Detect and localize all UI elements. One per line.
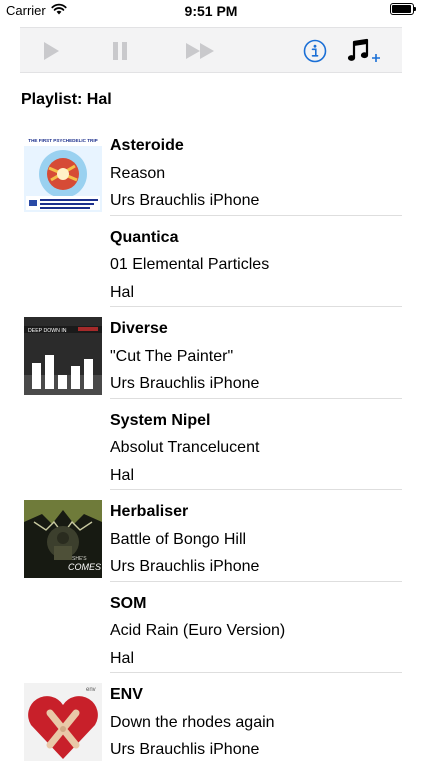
playlist-title: Playlist: Hal — [21, 91, 112, 108]
artwork-caption: env — [86, 687, 96, 693]
track-text: SOM Acid Rain (Euro Version) Hal — [110, 590, 285, 673]
track-title: SOM — [110, 594, 147, 612]
track-title: Diverse — [110, 320, 168, 337]
track-album: Reason — [110, 164, 166, 182]
album-artwork: SHE'S COMES — [24, 500, 102, 578]
fast-forward-button[interactable] — [184, 28, 216, 74]
info-icon — [303, 39, 327, 63]
info-button[interactable] — [302, 28, 328, 74]
track-row[interactable]: System Nipel Absolut Trancelucent Hal — [0, 399, 422, 490]
pause-button[interactable] — [110, 28, 130, 74]
track-album: Down the rhodes again — [110, 713, 275, 731]
track-row[interactable]: SOM Acid Rain (Euro Version) Hal — [0, 582, 422, 673]
player-toolbar — [20, 27, 402, 73]
track-text: Quantica 01 Elemental Particles Hal — [110, 224, 269, 307]
track-text: Asteroide Reason Urs Brauchlis iPhone — [110, 132, 259, 215]
add-music-button[interactable] — [346, 28, 382, 74]
play-icon — [44, 42, 59, 60]
artwork-caption: DEEP DOWN IN — [28, 328, 67, 334]
add-music-icon — [347, 38, 380, 62]
album-artwork: env — [24, 683, 102, 761]
track-text: Herbaliser Battle of Bongo Hill Urs Brau… — [110, 498, 259, 581]
track-title: Asteroide — [110, 137, 184, 154]
battery-icon — [390, 3, 416, 15]
track-album: Absolut Trancelucent — [110, 439, 260, 456]
track-row[interactable]: SHE'S COMES Herbaliser Battle of Bongo H… — [0, 490, 422, 582]
album-artwork: DEEP DOWN IN — [24, 317, 102, 395]
track-source: Hal — [110, 283, 135, 301]
track-row[interactable]: THE FIRST PSYCHEDELIC TRIP Asteroide Rea… — [0, 124, 422, 216]
pause-icon — [113, 42, 127, 60]
track-row[interactable]: DEEP DOWN IN Diverse "Cut The Painter" U… — [0, 307, 422, 399]
track-album: "Cut The Painter" — [110, 347, 234, 365]
artwork-caption: COMES — [68, 562, 101, 572]
track-source: Urs Brauchlis iPhone — [110, 375, 260, 392]
track-title: Quantica — [110, 228, 179, 246]
track-title: Herbaliser — [110, 503, 189, 520]
track-title: ENV — [110, 686, 143, 703]
track-source: Urs Brauchlis iPhone — [110, 192, 260, 209]
track-album: 01 Elemental Particles — [110, 256, 270, 273]
track-text: ENV Down the rhodes again Urs Brauchlis … — [110, 681, 275, 764]
play-button[interactable] — [38, 28, 64, 74]
status-time: 9:51 PM — [184, 3, 238, 19]
track-source: Hal — [110, 466, 135, 484]
fast-forward-icon — [186, 43, 214, 59]
track-source: Hal — [110, 649, 135, 667]
track-album: Battle of Bongo Hill — [110, 530, 247, 548]
status-right — [390, 3, 416, 15]
track-text: System Nipel Absolut Trancelucent Hal — [110, 407, 259, 490]
track-list: THE FIRST PSYCHEDELIC TRIP Asteroide Rea… — [0, 124, 422, 765]
status-bar: Carrier 9:51 PM — [0, 0, 422, 22]
track-album: Acid Rain (Euro Version) — [110, 622, 286, 639]
album-artwork: THE FIRST PSYCHEDELIC TRIP — [24, 134, 102, 212]
track-source: Urs Brauchlis iPhone — [110, 558, 260, 575]
track-row[interactable]: Quantica 01 Elemental Particles Hal — [0, 216, 422, 307]
track-text: Diverse "Cut The Painter" Urs Brauchlis … — [110, 315, 259, 398]
track-row[interactable]: env ENV Down the rhodes again Urs Brauch… — [0, 673, 422, 765]
artwork-caption: THE FIRST PSYCHEDELIC TRIP — [28, 138, 97, 143]
track-title: System Nipel — [110, 411, 211, 429]
